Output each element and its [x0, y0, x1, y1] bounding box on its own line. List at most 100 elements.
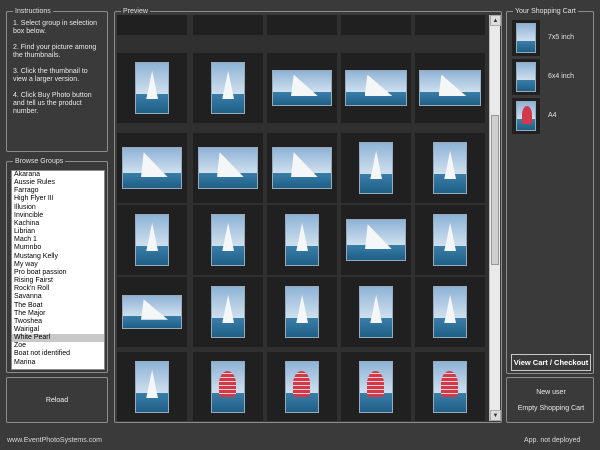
photo-thumbnail[interactable]: [341, 15, 411, 35]
browse-groups-title: Browse Groups: [13, 157, 66, 166]
group-listbox[interactable]: Akarana Aussie Rules Farrago High Flyer III…: [11, 170, 105, 370]
group-list-item[interactable]: The Boat: [12, 302, 104, 310]
group-list-item[interactable]: Kachina: [12, 220, 104, 228]
sailboat-photo: [272, 147, 332, 189]
group-list-item[interactable]: Akarana: [12, 171, 104, 179]
photo-thumbnail[interactable]: [267, 133, 337, 203]
group-list-item[interactable]: Pro boat passion: [12, 269, 104, 277]
cart-item: A4: [512, 98, 590, 134]
sailboat-photo: [345, 70, 407, 106]
group-list-item[interactable]: Mumnbo: [12, 244, 104, 252]
photo-thumbnail[interactable]: [193, 15, 263, 35]
sailboat-photo: [211, 214, 245, 266]
photo-thumbnail[interactable]: [193, 205, 263, 275]
preview-panel: Preview ▲ ▼: [114, 7, 502, 423]
photo-thumbnail[interactable]: [193, 352, 263, 421]
group-list-item[interactable]: Rising Fairst: [12, 277, 104, 285]
group-list-item[interactable]: Rock'n Roll: [12, 285, 104, 293]
sailboat-photo: [211, 62, 245, 114]
group-list-item[interactable]: Zoe: [12, 342, 104, 350]
photo-thumbnail[interactable]: [415, 352, 485, 421]
instructions-panel: Instructions 1. Select group in selectio…: [6, 7, 108, 152]
group-list-item[interactable]: Boat not identified: [12, 350, 104, 358]
scroll-up-arrow-icon[interactable]: ▲: [490, 15, 501, 26]
photo-thumbnail[interactable]: [117, 205, 187, 275]
sailboat-photo: [122, 147, 182, 189]
sailboat-photo: [198, 147, 258, 189]
shopping-cart-title: Your Shopping Cart: [513, 7, 578, 16]
group-list-item[interactable]: High Flyer III: [12, 195, 104, 203]
group-list-item[interactable]: Illusion: [12, 204, 104, 212]
reload-button[interactable]: Reload: [6, 377, 108, 423]
cart-item-size: A4: [548, 112, 557, 119]
thumbnail-grid: [117, 15, 489, 421]
scroll-down-arrow-icon[interactable]: ▼: [490, 410, 501, 421]
sailboat-photo: [359, 286, 393, 338]
cart-item-size: 7x5 inch: [548, 34, 575, 41]
group-list-item[interactable]: Savanna: [12, 293, 104, 301]
sailboat-photo: [346, 219, 406, 261]
photo-thumbnail[interactable]: [193, 277, 263, 347]
thumbnail-row: [117, 53, 489, 123]
group-list-item[interactable]: Farrago: [12, 187, 104, 195]
group-list-item[interactable]: Mach 1: [12, 236, 104, 244]
group-list-item[interactable]: White Pearl: [12, 334, 104, 343]
photo-thumbnail[interactable]: [415, 205, 485, 275]
sailboat-photo: [122, 295, 182, 329]
cart-item-thumbnail[interactable]: [512, 20, 540, 56]
photo-thumbnail[interactable]: [267, 53, 337, 123]
photo-thumbnail[interactable]: [341, 352, 411, 421]
photo-thumbnail[interactable]: [267, 15, 337, 35]
empty-shopping-cart-button[interactable]: Empty Shopping Cart: [507, 405, 595, 412]
group-list-item[interactable]: Twoshea: [12, 318, 104, 326]
photo-thumbnail[interactable]: [341, 53, 411, 123]
instruction-step: 4. Click Buy Photo button and tell us th…: [13, 92, 92, 115]
photo-thumbnail[interactable]: [341, 205, 411, 275]
photo-thumbnail[interactable]: [341, 133, 411, 203]
photo-thumbnail[interactable]: [415, 15, 485, 35]
sailboat-photo: [135, 214, 169, 266]
photo-thumbnail[interactable]: [117, 53, 187, 123]
photo-thumbnail[interactable]: [117, 277, 187, 347]
photo-thumbnail[interactable]: [267, 277, 337, 347]
group-list-item[interactable]: Marina: [12, 359, 104, 367]
group-list-item[interactable]: My way: [12, 261, 104, 269]
sailboat-photo: [433, 286, 467, 338]
thumbnail-row: [117, 352, 489, 421]
reload-label: Reload: [45, 396, 69, 404]
group-list-item[interactable]: Librian: [12, 228, 104, 236]
photo-thumbnail[interactable]: [267, 352, 337, 421]
photo-thumbnail[interactable]: [341, 277, 411, 347]
thumbnail-row: [117, 133, 489, 203]
photo-thumbnail[interactable]: [193, 53, 263, 123]
group-list-item[interactable]: Invincible: [12, 212, 104, 220]
group-list-item[interactable]: Aussie Rules: [12, 179, 104, 187]
view-cart-checkout-button[interactable]: View Cart / Checkout: [511, 354, 591, 371]
new-user-button[interactable]: New user: [507, 389, 595, 396]
photo-thumbnail[interactable]: [415, 53, 485, 123]
site-url: www.EventPhotoSystems.com: [7, 437, 102, 444]
photo-thumbnail[interactable]: [117, 352, 187, 421]
sailboat-photo: [433, 214, 467, 266]
cart-item: 7x5 inch: [512, 20, 590, 56]
photo-thumbnail[interactable]: [117, 133, 187, 203]
photo-thumbnail[interactable]: [415, 133, 485, 203]
sailboat-photo: [135, 361, 169, 413]
photo-thumbnail[interactable]: [267, 205, 337, 275]
sailboat-photo: [135, 62, 169, 114]
group-list-item[interactable]: Mustang Kelly: [12, 253, 104, 261]
sailboat-photo: [285, 286, 319, 338]
instructions-steps: 1. Select group in selection box below. …: [13, 20, 103, 124]
scrollbar-thumb[interactable]: [491, 115, 499, 265]
thumbnail-row: [117, 205, 489, 275]
group-list-item[interactable]: Wairigal: [12, 326, 104, 334]
browse-groups-panel: Browse Groups Akarana Aussie Rules Farrago…: [6, 157, 108, 373]
group-list-item[interactable]: The Major: [12, 310, 104, 318]
preview-scrollbar[interactable]: ▲ ▼: [489, 15, 501, 421]
photo-thumbnail[interactable]: [117, 15, 187, 35]
photo-thumbnail[interactable]: [193, 133, 263, 203]
cart-item-thumbnail[interactable]: [512, 59, 540, 95]
user-panel: New user Empty Shopping Cart: [506, 377, 594, 423]
photo-thumbnail[interactable]: [415, 277, 485, 347]
cart-item-thumbnail[interactable]: [512, 98, 540, 134]
